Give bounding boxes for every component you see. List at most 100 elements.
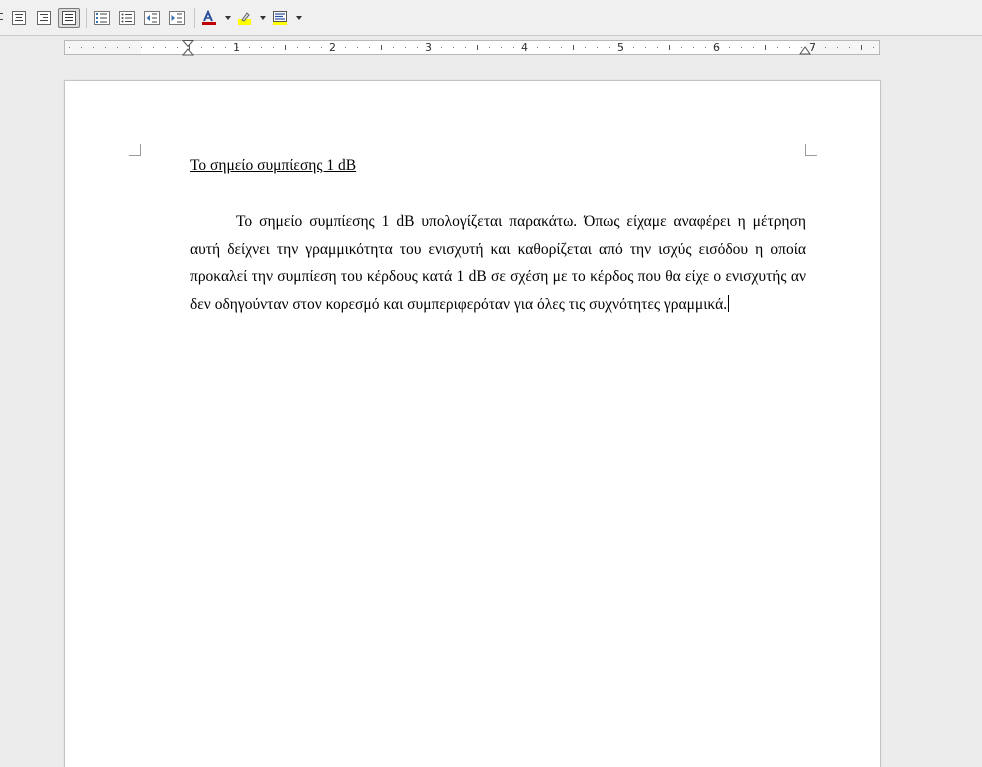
ruler-dot bbox=[561, 47, 562, 48]
ruler-tick bbox=[477, 45, 478, 50]
ruler-dot bbox=[417, 47, 418, 48]
toolbar-separator bbox=[194, 8, 195, 28]
ruler-dot bbox=[729, 47, 730, 48]
ruler-dot bbox=[825, 47, 826, 48]
ruler-tick bbox=[381, 45, 382, 50]
ruler-number: 6 bbox=[713, 41, 720, 54]
ruler-tick bbox=[285, 45, 286, 50]
ruler-dot bbox=[177, 47, 178, 48]
ruler-dot bbox=[537, 47, 538, 48]
align-right-button[interactable] bbox=[33, 8, 55, 28]
background-color-button[interactable] bbox=[269, 8, 291, 28]
toolbar-separator bbox=[86, 8, 87, 28]
ruler-dot bbox=[609, 47, 610, 48]
font-color-dropdown-arrow[interactable] bbox=[225, 16, 231, 20]
ruler-dot bbox=[321, 47, 322, 48]
increase-indent-icon bbox=[169, 11, 185, 25]
ruler-dot bbox=[393, 47, 394, 48]
highlight-button[interactable] bbox=[234, 8, 256, 28]
font-color-button[interactable] bbox=[198, 8, 220, 28]
ruler-dot bbox=[585, 47, 586, 48]
numbered-list-icon bbox=[94, 11, 110, 25]
ruler-dot bbox=[633, 47, 634, 48]
bulleted-list-icon bbox=[119, 11, 135, 25]
ruler-dot bbox=[153, 47, 154, 48]
ruler-dot bbox=[249, 47, 250, 48]
margin-corner-top-left bbox=[129, 144, 141, 156]
ruler-dot bbox=[273, 47, 274, 48]
align-justify-button[interactable] bbox=[58, 8, 80, 28]
ruler-dot bbox=[441, 47, 442, 48]
align-justify-icon bbox=[62, 11, 76, 25]
ruler-dot bbox=[345, 47, 346, 48]
ruler-dot bbox=[849, 47, 850, 48]
background-color-dropdown-arrow[interactable] bbox=[296, 16, 302, 20]
ruler-dot bbox=[657, 47, 658, 48]
ruler-dot bbox=[681, 47, 682, 48]
document-page[interactable]: Το σημείο συμπίεσης 1 dB Το σημείο συμπί… bbox=[64, 80, 881, 767]
ruler-dot bbox=[837, 47, 838, 48]
ruler-number: 2 bbox=[329, 41, 336, 54]
align-right-icon bbox=[37, 11, 51, 25]
paragraph-text: Το σημείο συμπίεσης 1 dB υπολογίζεται πα… bbox=[190, 213, 806, 313]
ruler-dot bbox=[225, 47, 226, 48]
text-cursor bbox=[728, 294, 730, 312]
ruler-dot bbox=[141, 47, 142, 48]
ruler-dot bbox=[465, 47, 466, 48]
ruler-number: 3 bbox=[425, 41, 432, 54]
ruler-dot bbox=[753, 47, 754, 48]
ruler-dot bbox=[597, 47, 598, 48]
ruler-number: 1 bbox=[233, 41, 240, 54]
increase-indent-button[interactable] bbox=[166, 8, 188, 28]
horizontal-ruler[interactable]: 1234567 bbox=[64, 40, 880, 56]
ruler-dot bbox=[297, 47, 298, 48]
ruler-dot bbox=[165, 47, 166, 48]
ruler-dot bbox=[261, 47, 262, 48]
align-left-icon bbox=[0, 13, 3, 20]
ruler-dot bbox=[453, 47, 454, 48]
numbered-list-button[interactable] bbox=[91, 8, 113, 28]
ruler-dot bbox=[117, 47, 118, 48]
ruler-number: 4 bbox=[521, 41, 528, 54]
ruler-dot bbox=[405, 47, 406, 48]
align-center-icon bbox=[12, 11, 26, 25]
ruler-dot bbox=[201, 47, 202, 48]
ruler-tick bbox=[573, 45, 574, 50]
highlight-icon bbox=[238, 12, 251, 25]
ruler-number: 5 bbox=[617, 41, 624, 54]
ruler-dot bbox=[873, 47, 874, 48]
indent-marker-icon[interactable] bbox=[182, 40, 194, 56]
background-color-icon bbox=[273, 11, 287, 25]
font-color-icon bbox=[202, 10, 216, 25]
ruler-dot bbox=[513, 47, 514, 48]
decrease-indent-button[interactable] bbox=[141, 8, 163, 28]
ruler-dot bbox=[789, 47, 790, 48]
ruler-tick bbox=[861, 45, 862, 50]
ruler-tick bbox=[765, 45, 766, 50]
ruler-dot bbox=[309, 47, 310, 48]
ruler-dot bbox=[369, 47, 370, 48]
bulleted-list-button[interactable] bbox=[116, 8, 138, 28]
formatting-toolbar bbox=[0, 0, 982, 36]
ruler-dot bbox=[693, 47, 694, 48]
ruler-dot bbox=[357, 47, 358, 48]
decrease-indent-icon bbox=[144, 11, 160, 25]
ruler-text-area bbox=[141, 41, 806, 54]
ruler-dot bbox=[501, 47, 502, 48]
ruler-dot bbox=[549, 47, 550, 48]
ruler-dot bbox=[69, 47, 70, 48]
margin-corner-top-right bbox=[805, 144, 817, 156]
ruler-dot bbox=[741, 47, 742, 48]
ruler-dot bbox=[777, 47, 778, 48]
ruler-dot bbox=[645, 47, 646, 48]
align-left-button[interactable] bbox=[0, 8, 8, 28]
document-heading[interactable]: Το σημείο συμπίεσης 1 dB bbox=[190, 157, 356, 175]
ruler-dot bbox=[489, 47, 490, 48]
ruler-dot bbox=[213, 47, 214, 48]
ruler-tick bbox=[669, 45, 670, 50]
ruler-dot bbox=[81, 47, 82, 48]
right-indent-marker-icon[interactable] bbox=[799, 43, 811, 55]
document-paragraph[interactable]: Το σημείο συμπίεσης 1 dB υπολογίζεται πα… bbox=[190, 208, 806, 318]
highlight-dropdown-arrow[interactable] bbox=[260, 16, 266, 20]
align-center-button[interactable] bbox=[8, 8, 30, 28]
